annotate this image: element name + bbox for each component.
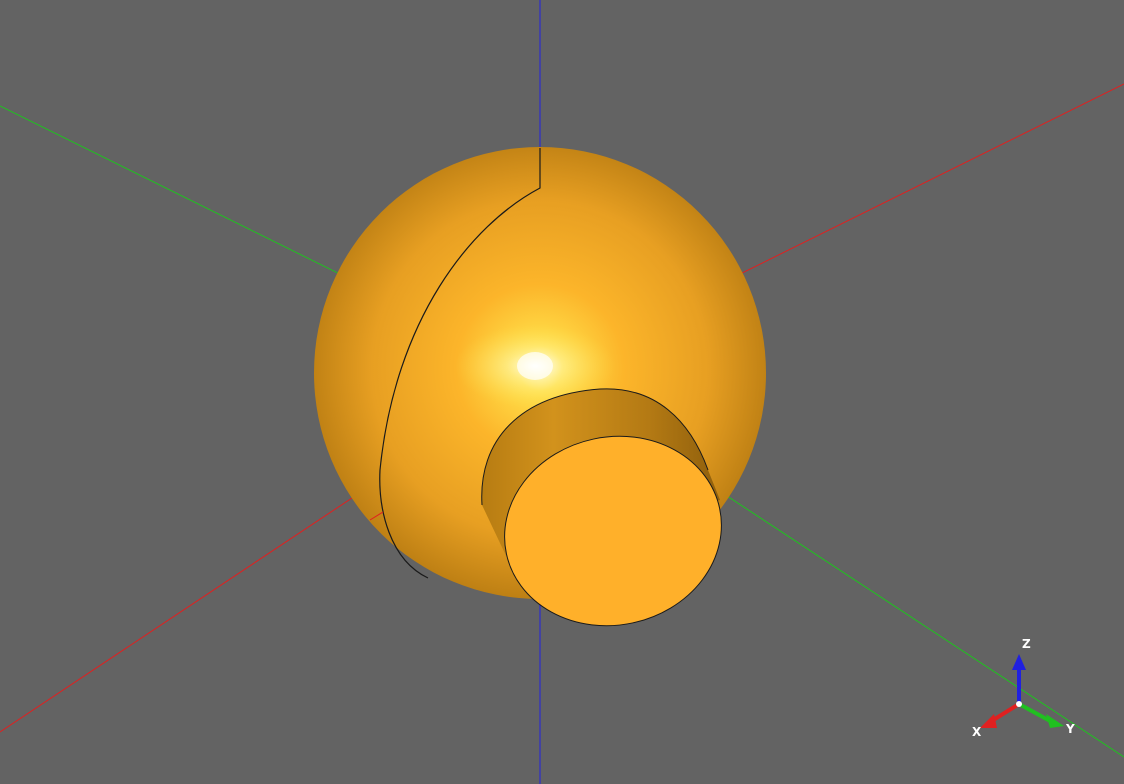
- arrow-z-icon: [1012, 654, 1026, 704]
- 3d-scene[interactable]: Z Y X: [0, 0, 1124, 784]
- triad-y-label: Y: [1065, 722, 1075, 736]
- arrow-y-icon: [1018, 702, 1064, 728]
- arrow-x-icon: [980, 702, 1021, 728]
- triad-origin: [1016, 701, 1022, 707]
- triad-z-label: Z: [1022, 637, 1031, 651]
- 3d-viewport[interactable]: Z Y X: [0, 0, 1124, 784]
- specular-highlight-core: [517, 352, 553, 380]
- orientation-triad[interactable]: Z Y X: [972, 637, 1075, 739]
- triad-x-label: X: [972, 725, 982, 739]
